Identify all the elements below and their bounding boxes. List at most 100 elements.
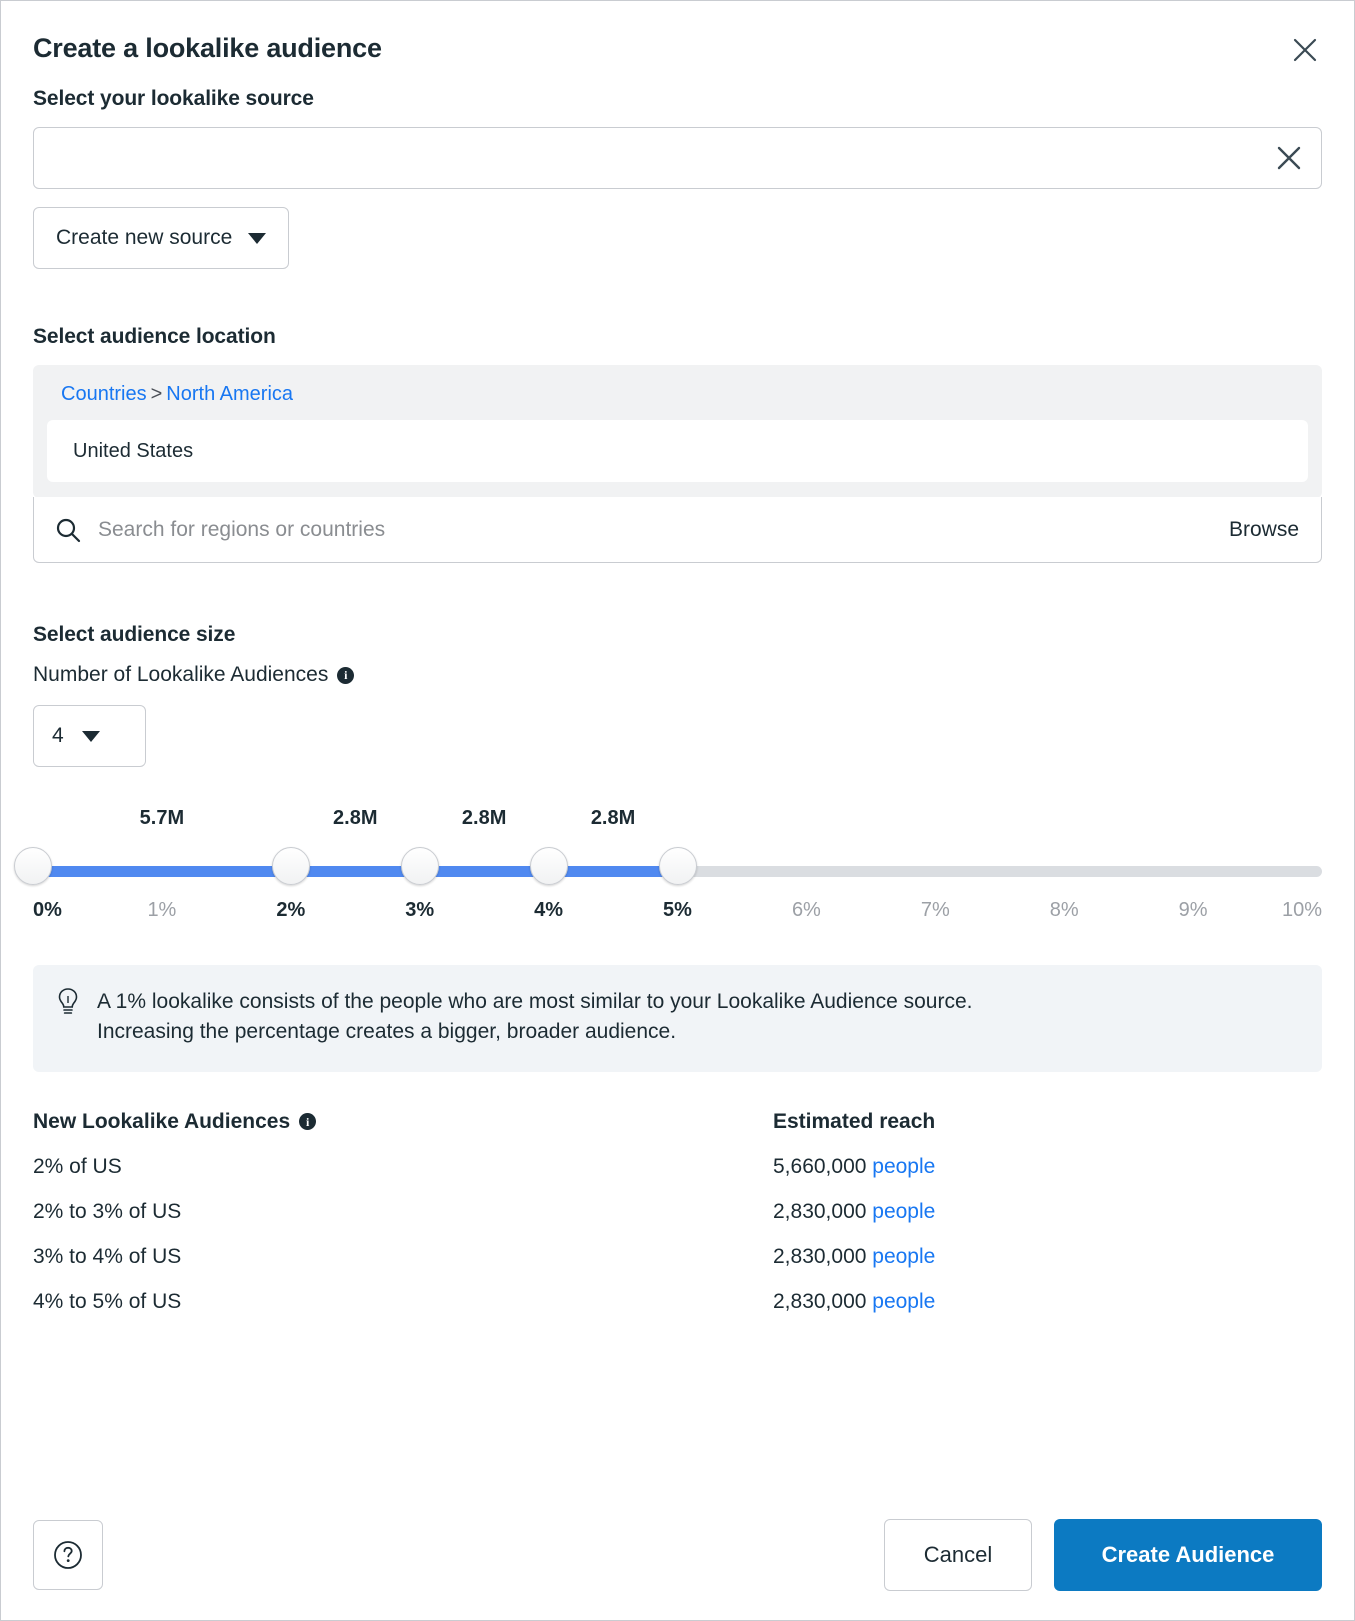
- people-link[interactable]: people: [872, 1290, 935, 1313]
- slider-tick-4: 4%: [534, 899, 564, 921]
- table-row-audience: 2% of US: [33, 1154, 122, 1178]
- slider-tick-7: 7%: [920, 899, 950, 921]
- size-section-label: Select audience size: [33, 623, 236, 646]
- cancel-button[interactable]: Cancel: [884, 1519, 1032, 1591]
- slider-segment-value-1: 2.8M: [333, 807, 378, 829]
- slider-segment-value-2: 2.8M: [461, 807, 507, 829]
- table-row-reach: 2,830,000 people: [773, 1291, 1322, 1312]
- table-row-reach: 2,830,000 people: [773, 1201, 1322, 1222]
- slider-tick-10: 10%: [1281, 899, 1322, 921]
- reach-column: Estimated reach 5,660,000 people 2,830,00…: [773, 1110, 1322, 1336]
- breadcrumb-separator: >: [150, 383, 163, 405]
- slider-tick-0: 0%: [33, 899, 62, 921]
- audience-count-label: Number of Lookalike Audiences: [33, 663, 329, 686]
- close-icon-glyph: [1277, 146, 1301, 170]
- slider-tick-2: 2%: [276, 899, 306, 921]
- slider-handle-3pct[interactable]: [400, 847, 439, 885]
- breadcrumb-current[interactable]: North America: [166, 383, 293, 405]
- browse-link[interactable]: Browse: [1211, 518, 1299, 542]
- slider-handle-5pct[interactable]: [658, 847, 697, 885]
- audience-column: New Lookalike Audiences i 2% of US 2% to …: [33, 1110, 773, 1336]
- reach-value: 5,660,000: [773, 1154, 873, 1178]
- slider-tick-6: 6%: [791, 899, 821, 921]
- reach-cells: 5,660,000 people 2,830,000 people 2,830,00…: [773, 1156, 1322, 1312]
- location-section-label: Select audience location: [33, 325, 276, 348]
- slider-tick-labels: 0% 1% 2% 3% 4% 5% 6% 7% 8% 9% 10%: [33, 899, 1322, 929]
- dialog-footer: Cancel Create Audience: [1, 1490, 1354, 1620]
- people-link[interactable]: people: [872, 1245, 935, 1268]
- tip-text: A 1% lookalike consists of the people wh…: [97, 987, 972, 1048]
- table-row-audience: 2% to 3% of US: [33, 1199, 182, 1223]
- reach-value: 2,830,000: [773, 1244, 873, 1268]
- tip-line-2: Increasing the percentage creates a bigg…: [97, 1020, 677, 1044]
- slider-handle-4pct[interactable]: [529, 847, 568, 885]
- audience-size-section: Select audience size Number of Lookalike…: [14, 623, 1322, 929]
- breadcrumb-root[interactable]: Countries: [61, 383, 147, 405]
- slider-segment-value-3: 2.8M: [590, 807, 636, 829]
- chevron-down-icon: [81, 730, 100, 742]
- people-link[interactable]: people: [872, 1200, 935, 1223]
- lookalike-source-section: Select your lookalike source Create new …: [33, 87, 1322, 269]
- table-row-reach: 2,830,000 people: [773, 1246, 1322, 1267]
- page-title: Create a lookalike audience: [33, 33, 382, 63]
- slider-handle-0pct[interactable]: [14, 847, 52, 885]
- audience-column-header: New Lookalike Audiences i: [33, 1110, 773, 1134]
- help-circle-icon[interactable]: [33, 1520, 103, 1590]
- search-icon-glyph: [56, 518, 81, 542]
- lightbulb-icon: [55, 987, 81, 1048]
- audience-summary-table: New Lookalike Audiences i 2% of US 2% to …: [33, 1110, 1322, 1336]
- audience-size-slider[interactable]: 5.7M 2.8M 2.8M 2.8M 0% 1% 2% 3% 4% 5% 6% 7% 8% 9% 10%: [14, 807, 1322, 929]
- table-row-audience: 3% to 4% of US: [33, 1244, 182, 1268]
- source-select-field[interactable]: [33, 127, 1322, 189]
- slider-tick-5: 5%: [663, 899, 692, 921]
- location-search-row[interactable]: Browse: [33, 497, 1322, 563]
- slider-segment-values: 5.7M 2.8M 2.8M 2.8M: [33, 807, 1322, 837]
- people-link[interactable]: people: [872, 1155, 935, 1178]
- create-audience-button[interactable]: Create Audience: [1054, 1519, 1322, 1591]
- create-new-source-button[interactable]: Create new source: [33, 207, 290, 269]
- info-icon[interactable]: i: [299, 1113, 317, 1131]
- reach-column-header-label: Estimated reach: [773, 1109, 936, 1133]
- audience-location-section: Select audience location Countries > North…: [33, 325, 1322, 563]
- table-row-reach: 5,660,000 people: [773, 1156, 1322, 1177]
- search-input[interactable]: [98, 517, 1211, 542]
- slider-handle-2pct[interactable]: [271, 847, 310, 885]
- help-circle-icon-glyph: [54, 1541, 82, 1569]
- create-new-source-label: Create new source: [56, 226, 233, 249]
- audience-count-value: 4: [52, 724, 64, 747]
- reach-column-header: Estimated reach: [773, 1110, 1322, 1134]
- lightbulb-icon-glyph: [58, 988, 78, 1014]
- slider-track-fill: [33, 866, 678, 877]
- info-icon[interactable]: i: [337, 666, 355, 684]
- dialog-header: Create a lookalike audience: [1, 1, 1354, 87]
- slider-segment-value-0: 5.7M: [139, 807, 185, 829]
- location-panel: Countries > North America United States: [33, 365, 1322, 498]
- audience-count-label-row: Number of Lookalike Audiences i: [33, 663, 1322, 687]
- table-row-audience: 4% to 5% of US: [33, 1289, 182, 1313]
- selected-location-label: United States: [73, 439, 194, 462]
- reach-value: 2,830,000: [773, 1199, 873, 1223]
- chevron-down-icon: [248, 232, 267, 244]
- slider-tick-8: 8%: [1049, 899, 1079, 921]
- slider-tick-1: 1%: [147, 899, 177, 921]
- create-lookalike-audience-dialog: Create a lookalike audience Select your …: [0, 0, 1355, 1621]
- source-clear-icon[interactable]: [1271, 140, 1307, 176]
- breadcrumb: Countries > North America: [47, 383, 1308, 406]
- tip-box: A 1% lookalike consists of the people wh…: [33, 965, 1322, 1072]
- search-icon: [54, 516, 82, 544]
- source-section-label: Select your lookalike source: [33, 87, 314, 110]
- selected-location-item[interactable]: United States: [47, 420, 1308, 482]
- slider-tick-3: 3%: [405, 899, 435, 921]
- tip-line-1: A 1% lookalike consists of the people wh…: [97, 990, 973, 1013]
- footer-actions: Cancel Create Audience: [884, 1519, 1322, 1591]
- audience-count-select[interactable]: 4: [33, 705, 146, 767]
- dialog-body: Select your lookalike source Create new …: [1, 87, 1354, 1336]
- slider-tick-9: 9%: [1178, 899, 1208, 921]
- slider-track-area[interactable]: [14, 847, 1322, 891]
- close-icon-glyph: [1293, 38, 1317, 62]
- reach-value: 2,830,000: [773, 1289, 873, 1313]
- source-input[interactable]: [50, 146, 1305, 170]
- audience-cells: 2% of US 2% to 3% of US 3% to 4% of US 4% t…: [33, 1156, 773, 1312]
- audience-column-header-label: New Lookalike Audiences: [33, 1109, 291, 1133]
- close-icon[interactable]: [1284, 29, 1326, 71]
